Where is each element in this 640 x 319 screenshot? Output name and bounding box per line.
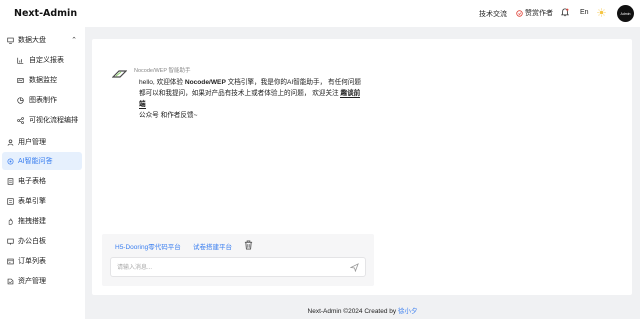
sponsor-label: 赞赏作者 bbox=[525, 10, 553, 17]
bell-icon[interactable] bbox=[561, 8, 569, 19]
sponsor-link[interactable]: 赞赏作者 bbox=[516, 8, 553, 18]
message-suffix: 公众号 和作者反馈~ bbox=[139, 112, 198, 119]
message-brand: Nocode/WEP bbox=[184, 79, 226, 86]
bot-logo-icon bbox=[112, 70, 127, 78]
sidebar-item-label: AI智能问答 bbox=[18, 158, 53, 165]
footer-text: Next-Admin ©2024 Created by bbox=[307, 308, 398, 315]
monitor-line-icon bbox=[17, 77, 24, 84]
top-header: Next-Admin 技术交流 赞赏作者 En Admin bbox=[0, 0, 640, 27]
flow-icon bbox=[17, 116, 24, 124]
sidebar-item-label: 数据大盘 bbox=[18, 37, 46, 44]
sidebar-item-label: 资产管理 bbox=[18, 278, 46, 285]
chevron-up-icon: ⌃ bbox=[71, 37, 77, 44]
sidebar-item-ai-qa[interactable]: AI智能问答 bbox=[2, 152, 82, 170]
sidebar-item-spreadsheet[interactable]: 电子表格 bbox=[0, 172, 85, 190]
sidebar-item-drag-build[interactable]: 拖拽搭建 bbox=[0, 212, 85, 230]
sidebar-item-label: 数据监控 bbox=[29, 77, 57, 84]
ai-icon bbox=[7, 157, 14, 165]
avatar[interactable]: Admin bbox=[617, 5, 634, 22]
quick-question-h5-dooring[interactable]: H5-Dooring零代码平台 bbox=[115, 241, 181, 251]
message-prefix: hello, 欢迎体验 bbox=[139, 79, 185, 86]
monitor-icon bbox=[7, 37, 14, 44]
message-input-box bbox=[110, 257, 366, 277]
sidebar-item-label: 用户管理 bbox=[18, 139, 46, 146]
message-input[interactable] bbox=[117, 262, 337, 273]
sidebar-item-custom-report[interactable]: 自定义报表 bbox=[0, 51, 85, 69]
quick-question-exam-builder[interactable]: 试卷搭建平台 bbox=[193, 241, 232, 251]
sidebar-item-flow[interactable]: 可视化流程编排 bbox=[0, 111, 85, 129]
sidebar-item-form-engine[interactable]: 表单引擎 bbox=[0, 192, 85, 210]
sidebar-item-label: 表单引擎 bbox=[18, 198, 46, 205]
sidebar-item-label: 图表制作 bbox=[29, 97, 57, 104]
app-logo[interactable]: Next-Admin bbox=[14, 8, 77, 19]
footer-author-link[interactable]: 徐小夕 bbox=[398, 308, 418, 315]
sidebar-item-orders[interactable]: 订单列表 bbox=[0, 252, 85, 270]
tech-exchange-link[interactable]: 技术交流 bbox=[479, 9, 507, 19]
order-icon bbox=[7, 258, 14, 265]
drag-icon bbox=[7, 218, 14, 225]
sidebar-item-chart-make[interactable]: 图表制作 bbox=[0, 91, 85, 109]
send-icon[interactable] bbox=[350, 263, 359, 272]
sidebar-item-label: 办公白板 bbox=[18, 238, 46, 245]
sidebar-item-label: 订单列表 bbox=[18, 258, 46, 265]
sidebar-item-assets[interactable]: 资产管理 bbox=[0, 272, 85, 290]
sidebar-item-users[interactable]: 用户管理 bbox=[0, 133, 85, 151]
sidebar-item-label: 自定义报表 bbox=[29, 57, 64, 64]
theme-sun-icon[interactable] bbox=[597, 8, 606, 19]
sidebar-item-whiteboard[interactable]: 办公白板 bbox=[0, 232, 85, 250]
asset-icon bbox=[7, 278, 14, 285]
sidebar-item-dashboard[interactable]: 数据大盘 ⌃ bbox=[0, 31, 85, 49]
sidebar-item-label: 可视化流程编排 bbox=[29, 117, 78, 124]
bot-name: Nocode/WEP 智能助手 bbox=[134, 68, 191, 74]
form-icon bbox=[7, 197, 14, 205]
sheet-icon bbox=[7, 177, 14, 185]
bar-chart-icon bbox=[17, 57, 24, 64]
whiteboard-icon bbox=[7, 238, 14, 245]
language-switch[interactable]: En bbox=[580, 9, 589, 16]
sidebar-item-label: 拖拽搭建 bbox=[18, 218, 46, 225]
sidebar: 数据大盘 ⌃ 自定义报表 数据监控 图表制作 可视化流程编排 用户管理 AI智能… bbox=[0, 27, 85, 319]
bot-message: hello, 欢迎体验 Nocode/WEP 文档引擎，我是你的AI智能助手， … bbox=[139, 77, 364, 121]
pie-chart-icon bbox=[17, 96, 24, 104]
sidebar-item-data-monitor[interactable]: 数据监控 bbox=[0, 71, 85, 89]
footer: Next-Admin ©2024 Created by 徐小夕 bbox=[85, 305, 640, 315]
trash-icon[interactable] bbox=[244, 240, 253, 250]
sidebar-item-label: 电子表格 bbox=[18, 178, 46, 185]
user-icon bbox=[7, 138, 14, 146]
sponsor-icon bbox=[516, 9, 523, 17]
